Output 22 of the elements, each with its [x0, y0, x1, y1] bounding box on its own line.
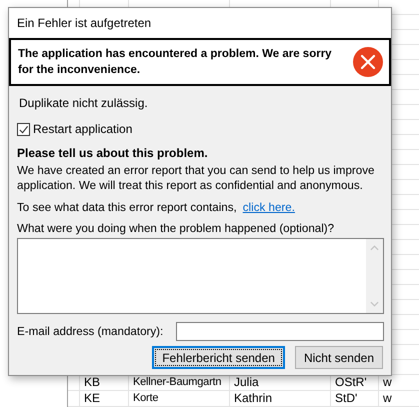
dont-send-button[interactable]: Nicht senden	[294, 346, 383, 369]
click-here-link[interactable]: click here.	[242, 201, 295, 214]
email-field[interactable]	[176, 322, 384, 341]
send-report-button[interactable]: Fehlerbericht senden	[152, 346, 285, 369]
error-icon	[353, 47, 383, 77]
error-headline: The application has encountered a problem. We are sorry for the inconvenience.	[18, 47, 333, 78]
explanation-text: We have created an error report that you can send to help us improve application. We will treat this report as confidential and anonymous.	[17, 163, 376, 193]
table-cell: KE	[80, 391, 129, 406]
restart-checkbox[interactable]: Restart application	[17, 122, 132, 136]
section-heading: Please tell us about this problem.	[17, 146, 209, 160]
table-cell: Korte	[129, 391, 230, 406]
data-prompt: To see what data this error report contains,	[17, 201, 237, 214]
description-label: What were you doing when the problem happened (optional)?	[17, 222, 336, 235]
table-cell-text: w	[382, 391, 393, 406]
error-message: Duplikate nicht zulässig.	[19, 96, 149, 110]
window-title: Ein Fehler ist aufgetreten	[17, 16, 152, 30]
table-cell: Kathrin	[230, 391, 331, 406]
email-label: E-mail address (mandatory):	[17, 325, 164, 338]
description-field[interactable]	[17, 238, 384, 314]
table-cell-text: w	[382, 375, 393, 390]
table-cell: StD'	[331, 391, 379, 406]
check-icon[interactable]	[18, 124, 29, 134]
